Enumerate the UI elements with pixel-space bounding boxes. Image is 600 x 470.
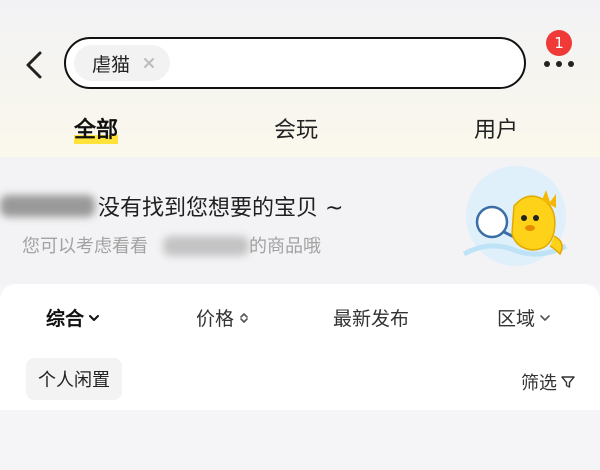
sort-newest-label: 最新发布	[333, 308, 410, 330]
sort-comprehensive[interactable]: 综合	[46, 304, 100, 331]
filter-button[interactable]: 筛选	[521, 369, 575, 395]
clear-icon[interactable]	[142, 56, 156, 70]
filter-button-label: 筛选	[521, 373, 557, 394]
sort-comprehensive-label: 综合	[46, 308, 85, 330]
tab-user-label: 用户	[474, 118, 519, 143]
back-arrow-icon	[26, 51, 42, 79]
filter-region-label: 区域	[497, 308, 536, 330]
notification-badge: 1	[546, 30, 572, 56]
back-button[interactable]	[20, 47, 52, 83]
personal-idle-chip[interactable]: 个人闲置	[26, 358, 122, 400]
filter-region[interactable]: 区域	[497, 304, 551, 331]
more-icon	[544, 61, 574, 67]
redacted-keyword-blur	[0, 195, 95, 217]
mascot-illustration	[462, 166, 568, 266]
tab-all[interactable]: 全部	[74, 112, 119, 144]
chevron-down-icon	[89, 314, 100, 321]
no-result-title: 没有找到您想要的宝贝 ~	[98, 196, 344, 221]
search-keyword-chip[interactable]: 虐猫	[74, 45, 171, 81]
sort-newest[interactable]: 最新发布	[333, 304, 409, 331]
sort-price-label: 价格	[196, 308, 235, 330]
tab-all-label: 全部	[74, 118, 119, 143]
sort-price[interactable]: 价格	[196, 304, 250, 331]
tab-play[interactable]: 会玩	[274, 112, 318, 144]
more-button[interactable]: 1	[540, 28, 584, 76]
tab-play-label: 会玩	[274, 118, 319, 143]
search-input[interactable]: 虐猫	[64, 37, 526, 89]
tab-user[interactable]: 用户	[474, 112, 518, 144]
funnel-icon	[561, 376, 575, 388]
sort-updown-icon	[240, 312, 248, 323]
suggestion-text-prefix: 您可以考虑看看	[22, 236, 148, 257]
search-keyword-text: 虐猫	[92, 53, 131, 76]
chevron-down-icon	[540, 314, 550, 321]
redacted-suggestion-blur	[163, 236, 249, 256]
suggestion-text-suffix: 的商品哦	[249, 236, 321, 257]
